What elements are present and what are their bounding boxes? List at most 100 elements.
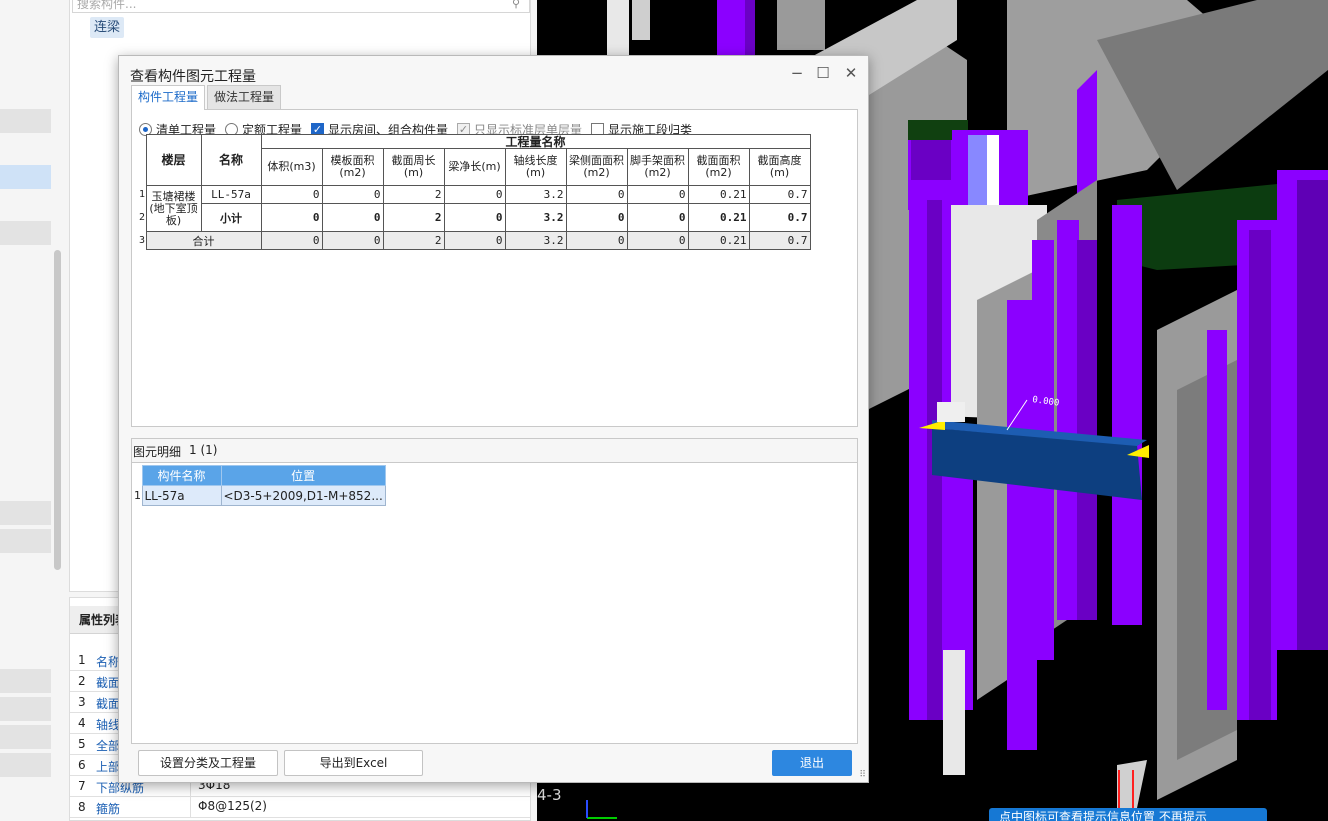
resize-grip-icon[interactable]: ⠿ — [859, 770, 866, 780]
attr-row-number: 3 — [78, 695, 86, 709]
col-header: 脚手架面积(m2) — [626, 148, 689, 186]
attr-row-value[interactable]: Φ8@125(2) — [198, 799, 267, 813]
row-number: 1 — [134, 485, 142, 506]
attr-row-name: 全部 — [96, 739, 121, 753]
name-cell: LL-57a — [200, 185, 262, 204]
minimize-button[interactable]: − — [787, 64, 807, 82]
table-row[interactable]: 2 小计 0 0 2 0 3.2 0 0 0.21 0.7 — [139, 203, 811, 232]
value-cell: 0.7 — [748, 231, 811, 250]
total-label: 合计 — [145, 231, 262, 250]
attr-row-number: 4 — [78, 716, 86, 730]
value-cell: 0 — [565, 231, 628, 250]
floor-cell: 玉塘裙楼(地下室顶板) — [145, 185, 202, 232]
nav-item[interactable] — [0, 109, 51, 133]
col-header: 截面面积(m2) — [687, 148, 750, 186]
attr-row[interactable]: 8 箍筋 Φ8@125(2) — [70, 797, 530, 818]
col-header: 梁净长(m) — [443, 148, 506, 186]
attr-row-number: 1 — [78, 653, 86, 667]
value-cell: 0 — [626, 231, 689, 250]
detail-panel: 图元明细 1 (1) 构件名称 位置 1 LL-57a <D3-5+2009,D1-… — [131, 438, 858, 744]
value-cell: 0 — [626, 203, 689, 232]
value-cell: 0 — [565, 203, 628, 232]
detail-table: 构件名称 位置 1 LL-57a <D3-5+2009,D1-M+852... — [134, 465, 386, 506]
table-row[interactable]: 1 玉塘裙楼(地下室顶板) LL-57a 0 0 2 0 3.2 0 0 0.21 0.7 — [139, 185, 811, 232]
value-cell: 0.7 — [748, 185, 811, 204]
group-header: 工程量名称 — [260, 134, 811, 149]
value-cell: 0 — [443, 203, 506, 232]
col-header: 轴线长度(m) — [504, 148, 567, 186]
value-cell: 0 — [260, 203, 323, 232]
component-item-lianliang[interactable]: 连梁 — [90, 17, 125, 38]
name-cell: 小计 — [200, 203, 262, 232]
attr-row-name: 名称 — [96, 655, 121, 669]
tab-method-qty[interactable]: 做法工程量 — [207, 85, 282, 109]
value-cell: 3.2 — [504, 185, 567, 204]
detail-pos-cell: <D3-5+2009,D1-M+852... — [220, 485, 386, 506]
value-cell: 0 — [443, 231, 506, 250]
nav-item[interactable] — [0, 669, 51, 693]
value-cell: 0 — [443, 185, 506, 204]
close-button[interactable]: ✕ — [841, 64, 861, 82]
detail-header: 图元明细 1 (1) — [132, 439, 857, 463]
value-cell: 2 — [382, 203, 445, 232]
nav-item[interactable] — [0, 753, 51, 777]
value-cell: 0.7 — [748, 203, 811, 232]
attr-row-number: 6 — [78, 758, 86, 772]
col-component-name: 构件名称 — [141, 465, 222, 486]
value-cell: 0 — [321, 203, 384, 232]
search-icon[interactable]: ⚲ — [512, 0, 520, 10]
attr-row-number: 7 — [78, 779, 86, 793]
attr-row-name: 箍筋 — [96, 802, 121, 816]
value-cell: 0.21 — [687, 231, 750, 250]
left-scrollbar[interactable] — [54, 250, 61, 570]
nav-item[interactable] — [0, 221, 51, 245]
attr-row-name: 截面 — [96, 676, 121, 690]
attr-divider — [190, 797, 191, 818]
detail-label: 图元明细 — [133, 445, 182, 459]
value-cell: 0 — [321, 231, 384, 250]
value-cell: 0.21 — [687, 185, 750, 204]
value-cell: 3.2 — [504, 231, 567, 250]
tab-component-qty[interactable]: 构件工程量 — [131, 85, 206, 110]
nav-item[interactable] — [0, 529, 51, 553]
col-name: 名称 — [200, 134, 262, 186]
attr-row-name: 上部 — [96, 760, 121, 774]
row-number: 3 — [139, 231, 146, 250]
dialog-title: 查看构件图元工程量 — [130, 69, 256, 85]
detail-count: 1 (1) — [189, 443, 218, 457]
set-class-button[interactable]: 设置分类及工程量 — [138, 750, 278, 776]
nav-item[interactable] — [0, 697, 51, 721]
exit-button[interactable]: 退出 — [772, 750, 852, 776]
detail-name-cell: LL-57a — [141, 485, 222, 506]
total-row[interactable]: 3 合计 0 0 2 0 3.2 0 0 0.21 0.7 — [139, 231, 811, 250]
attr-row-name: 截面 — [96, 697, 121, 711]
value-cell: 3.2 — [504, 203, 567, 232]
col-header: 截面高度(m) — [748, 148, 811, 186]
attr-row-number: 2 — [78, 674, 86, 688]
hint-bar[interactable]: 点中图标可查看提示信息位置 不再提示 — [989, 808, 1267, 821]
value-cell: 0 — [260, 231, 323, 250]
nav-item-selected[interactable] — [0, 165, 51, 189]
qty-table: 楼层 名称 工程量名称 体积(m3) 模板面积(m2) 截面周长(m) 梁净长(m) 轴… — [139, 134, 811, 250]
maximize-button[interactable]: ☐ — [813, 64, 833, 82]
export-excel-button[interactable]: 导出到Excel — [284, 750, 423, 776]
value-cell: 0 — [321, 185, 384, 204]
search-input[interactable]: 搜索构件... — [72, 0, 530, 13]
detail-row[interactable]: 1 LL-57a <D3-5+2009,D1-M+852... — [134, 485, 386, 506]
attr-row-name: 轴线 — [96, 718, 121, 732]
nav-item[interactable] — [0, 501, 51, 525]
value-cell: 0 — [260, 185, 323, 204]
col-header: 截面周长(m) — [382, 148, 445, 186]
attr-row-number: 8 — [78, 800, 86, 814]
value-cell: 2 — [382, 185, 445, 204]
row-number: 1 — [139, 189, 146, 200]
axis-label: 4-3 — [537, 786, 562, 804]
col-position: 位置 — [220, 465, 386, 486]
value-cell: 0 — [626, 185, 689, 204]
value-cell: 0.21 — [687, 203, 750, 232]
nav-item[interactable] — [0, 725, 51, 749]
value-cell: 0 — [565, 185, 628, 204]
col-header: 体积(m3) — [260, 148, 323, 186]
value-cell: 2 — [382, 231, 445, 250]
col-header: 梁侧面面积(m2) — [565, 148, 628, 186]
